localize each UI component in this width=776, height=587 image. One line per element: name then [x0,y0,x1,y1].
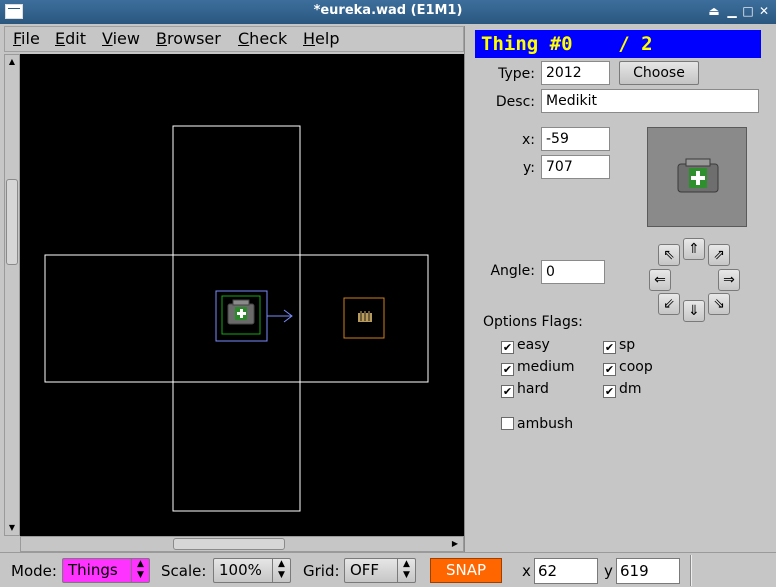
flag-easy-checkbox[interactable]: ✔ easy [501,337,550,354]
horizontal-scroll-thumb[interactable] [173,538,285,550]
choose-button[interactable]: Choose [619,61,699,85]
mode-dropdown[interactable]: Things ▲ ▼ [62,558,150,583]
y-input[interactable]: 707 [541,155,610,179]
shade-icon[interactable]: ⏏ [706,3,722,19]
thing-header: Thing #0 / 2 [475,30,761,58]
flag-ambush-check-icon[interactable] [501,417,514,430]
type-input[interactable]: 2012 [541,61,610,85]
angle-down-left-button[interactable]: ⇙ [658,293,680,315]
mode-value: Things [68,561,118,579]
vertical-scroll-thumb[interactable] [6,179,18,265]
menu-help[interactable]: Help [303,29,339,48]
angle-input[interactable]: 0 [541,260,605,284]
flag-dm-check-icon[interactable]: ✔ [603,385,616,398]
flag-sp-check-icon[interactable]: ✔ [603,341,616,354]
mode-label: Mode: [11,562,57,580]
flag-ambush-checkbox[interactable]: ambush [501,416,573,432]
thing-properties-panel: Thing #0 / 2 Type: 2012 Choose Desc: Med… [464,26,776,552]
window-title: *eureka.wad (E1M1) [313,3,463,18]
menu-file[interactable]: File [13,29,40,48]
type-label: Type: [498,66,535,82]
grid-spinner-icon[interactable]: ▲ ▼ [397,559,415,582]
menu-check[interactable]: Check [238,29,287,48]
flag-medium-checkbox[interactable]: ✔ medium [501,359,575,376]
flag-dm-checkbox[interactable]: ✔ dm [603,381,642,398]
angle-down-right-button[interactable]: ⇘ [708,293,730,315]
title-bar: *eureka.wad (E1M1) ⏏ ▁ □ ✕ [0,0,776,24]
flag-medium-check-icon[interactable]: ✔ [501,363,514,376]
flag-easy-check-icon[interactable]: ✔ [501,341,514,354]
scroll-right-icon[interactable]: ▶ [449,538,461,550]
y-label: y: [523,160,535,176]
ammo-sprite [358,311,372,322]
scale-dropdown[interactable]: 100% ▲ ▼ [213,558,291,583]
scale-spinner-icon[interactable]: ▲ ▼ [272,559,290,582]
snap-button[interactable]: SNAP [430,558,502,583]
x-label: x: [521,132,535,148]
x-input[interactable]: -59 [541,127,610,151]
flag-sp-checkbox[interactable]: ✔ sp [603,337,635,354]
flag-hard-check-icon[interactable]: ✔ [501,385,514,398]
menu-view[interactable]: View [102,29,140,48]
angle-up-button[interactable]: ⇑ [683,238,705,260]
scroll-up-icon[interactable]: ▲ [7,57,17,67]
angle-label: Angle: [490,263,535,279]
scroll-down-icon[interactable]: ▼ [7,523,17,533]
menu-bar: File Edit View Browser Check Help [4,26,464,52]
grid-dropdown[interactable]: OFF ▲ ▼ [344,558,416,583]
menu-browser[interactable]: Browser [156,29,221,48]
maximize-icon[interactable]: □ [740,3,756,19]
mode-spinner-icon[interactable]: ▲ ▼ [131,559,149,582]
desc-label: Desc: [495,94,535,110]
sprite-preview [647,127,747,227]
close-icon[interactable]: ✕ [756,3,772,19]
cursor-y-field: 619 [616,558,680,584]
angle-right-button[interactable]: ⇒ [718,269,740,291]
angle-down-button[interactable]: ⇓ [683,300,705,322]
medikit-sprite [227,299,255,325]
flag-coop-check-icon[interactable]: ✔ [603,363,616,376]
angle-up-left-button[interactable]: ⇖ [658,244,680,266]
status-bar: Mode: Things ▲ ▼ Scale: 100% ▲ ▼ Grid: OFF… [0,552,776,587]
angle-up-right-button[interactable]: ⇗ [708,244,730,266]
scale-value: 100% [219,561,262,579]
map-canvas[interactable] [20,54,464,536]
angle-left-button[interactable]: ⇐ [649,269,671,291]
status-divider [690,555,692,586]
menu-edit[interactable]: Edit [55,29,86,48]
map-drawing[interactable] [20,54,464,536]
flag-coop-checkbox[interactable]: ✔ coop [603,359,653,376]
minimize-icon[interactable]: ▁ [724,3,740,19]
scale-label: Scale: [161,562,207,580]
medikit-preview-icon [677,158,719,193]
cursor-x-label: x [522,562,531,580]
flag-hard-checkbox[interactable]: ✔ hard [501,381,549,398]
options-flags-label: Options Flags: [483,314,583,330]
grid-value: OFF [350,561,380,579]
cursor-y-label: y [604,562,613,580]
desc-input[interactable]: Medikit [541,89,759,113]
map-vertical-scrollbar[interactable]: ▲ ▼ [4,54,20,536]
cursor-x-field: 62 [534,558,598,584]
map-horizontal-scrollbar[interactable]: ▶ [20,536,464,552]
grid-label: Grid: [303,562,340,580]
